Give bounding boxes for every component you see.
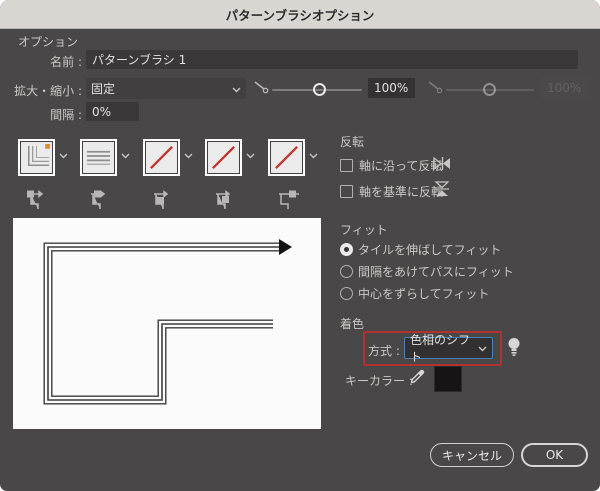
spacing-label: 間隔 : [50, 108, 82, 122]
method-label: 方式 : [368, 344, 400, 358]
key-color-swatch[interactable] [434, 366, 462, 392]
path-direction-arrowhead [279, 239, 292, 255]
flip-along-checkbox[interactable] [340, 159, 353, 172]
end-position-icon [274, 188, 300, 215]
slider-fixed-icon-secondary [427, 80, 443, 97]
start-tile-button[interactable] [205, 139, 242, 176]
scale-label: 拡大・縮小 : [14, 84, 82, 98]
fit-radio-stretch-label: タイルを伸ばしてフィット [358, 243, 502, 257]
lines-pattern-thumbnail [82, 141, 115, 174]
dialog-titlebar[interactable]: パターンブラシオプション [0, 0, 600, 29]
fit-radio-approximate[interactable] [340, 287, 353, 300]
chevron-down-icon [478, 341, 487, 355]
inner-corner-position-icon [149, 188, 175, 215]
corner-pattern-thumbnail [20, 141, 53, 174]
side-tile-chevron[interactable] [119, 149, 131, 163]
pattern-brush-options-dialog: パターンブラシオプション オプション 名前 : 拡大・縮小 : 固定 間隔 : [0, 0, 600, 491]
side-tile-button[interactable] [80, 139, 117, 176]
key-color-label: キーカラー : [345, 374, 413, 388]
corner-marker-orange [45, 143, 51, 149]
slider-fixed-icon [253, 80, 269, 97]
options-section-label: オプション [18, 35, 79, 49]
fit-radio-approximate-label: 中心をずらしてフィット [358, 287, 490, 301]
flip-across-checkbox[interactable] [340, 185, 353, 198]
brush-preview-panel [13, 218, 321, 429]
end-tile-chevron[interactable] [307, 149, 319, 163]
outer-corner-tile-button[interactable] [18, 139, 55, 176]
scale-select[interactable]: 固定 [86, 78, 246, 99]
none-slash-thumbnail [145, 141, 178, 174]
flip-along-label: 軸に沿って反転 [359, 159, 443, 173]
spacing-input[interactable] [86, 102, 139, 121]
scale-slider-handle-secondary [483, 83, 496, 96]
outer-corner-tile-chevron[interactable] [57, 149, 69, 163]
colorization-tips-lightbulb-icon[interactable] [507, 337, 521, 359]
inner-corner-tile-button[interactable] [143, 139, 180, 176]
method-select[interactable]: 色相のシフト [404, 333, 493, 364]
none-slash-thumbnail [270, 141, 303, 174]
fit-radio-add-space[interactable] [340, 265, 353, 278]
flip-across-icon [434, 180, 450, 201]
chevron-down-icon [232, 82, 241, 96]
none-slash-thumbnail [207, 141, 240, 174]
outer-corner-position-icon [24, 188, 50, 215]
cancel-button[interactable]: キャンセル [430, 443, 514, 467]
scale-select-value: 固定 [91, 82, 116, 96]
end-tile-button[interactable] [268, 139, 305, 176]
scale-percent-input-secondary [541, 78, 590, 98]
eyedropper-icon[interactable] [409, 368, 426, 388]
method-select-value: 色相のシフト [410, 333, 471, 364]
name-label: 名前 : [50, 55, 82, 69]
flip-along-icon [432, 156, 452, 174]
scale-percent-input[interactable] [368, 78, 415, 98]
fit-section-label: フィット [340, 223, 388, 237]
colorization-section-label: 着色 [340, 317, 365, 331]
flip-across-label: 軸を基準に反転 [359, 185, 444, 199]
fit-radio-add-space-label: 間隔をあけてパスにフィット [358, 265, 514, 279]
flip-section-label: 反転 [340, 135, 365, 149]
dialog-title: パターンブラシオプション [225, 7, 375, 23]
ok-button[interactable]: OK [521, 443, 588, 467]
scale-slider-handle[interactable] [313, 83, 326, 96]
fit-radio-stretch[interactable] [340, 243, 353, 256]
brush-preview-path [43, 239, 292, 405]
start-tile-chevron[interactable] [244, 149, 256, 163]
side-position-icon [86, 188, 112, 215]
name-input[interactable] [86, 50, 578, 69]
inner-corner-tile-chevron[interactable] [182, 149, 194, 163]
start-position-icon [211, 188, 237, 215]
